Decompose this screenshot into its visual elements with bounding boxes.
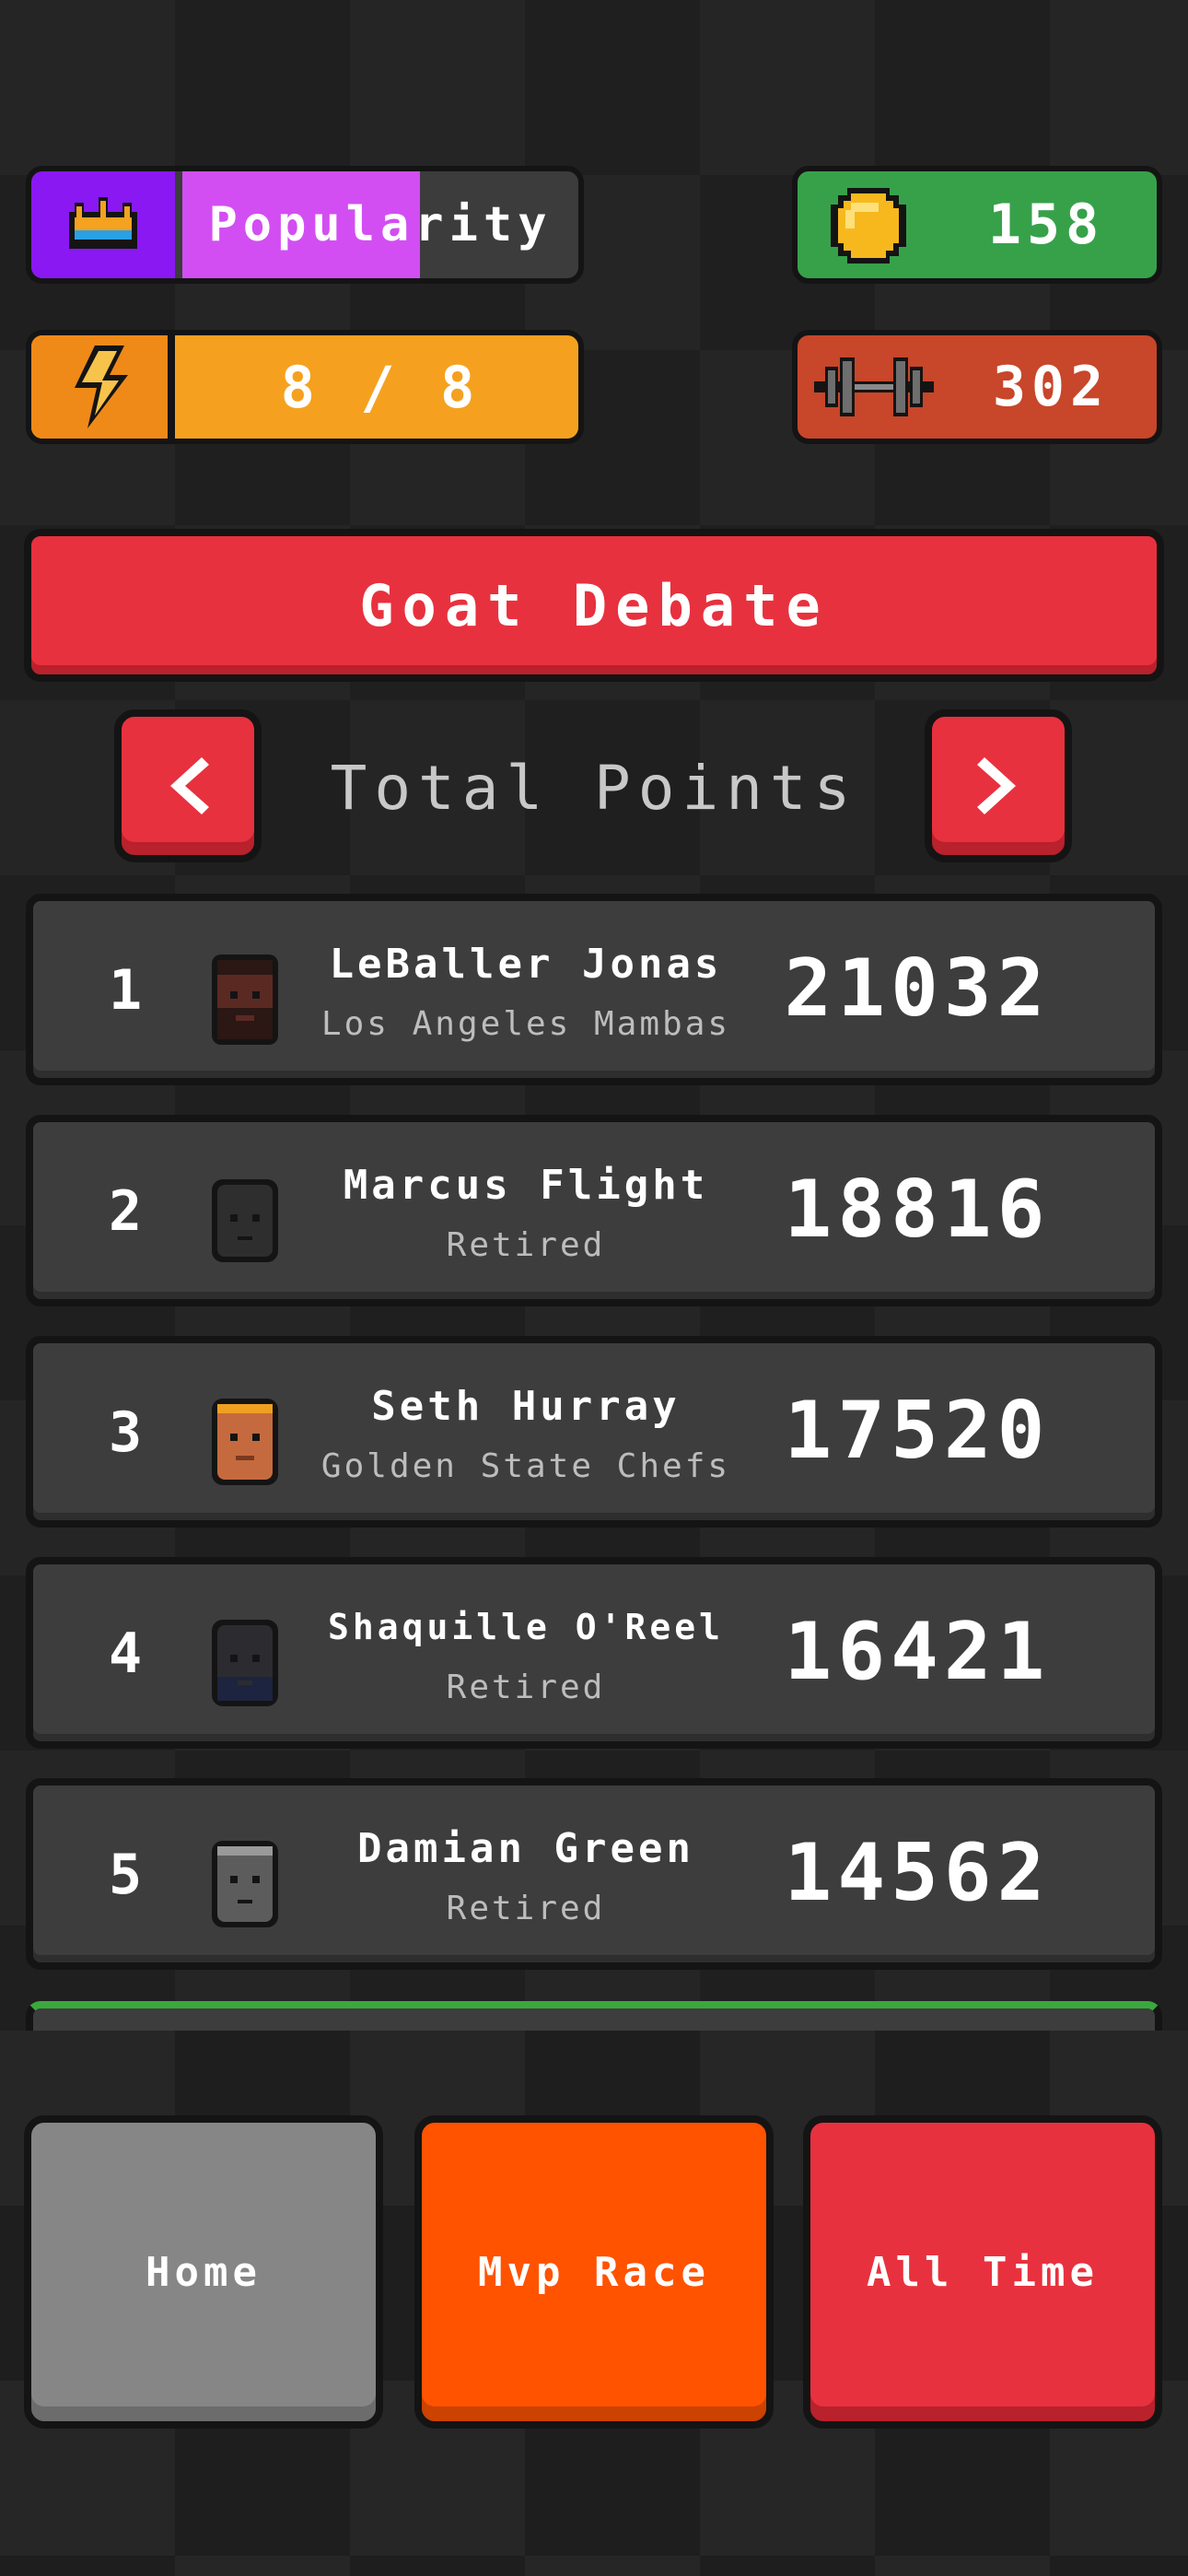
avatar-dark-bearded-icon [212,954,278,1045]
player-score: 21032 [784,943,1051,1035]
player-score: 16421 [784,1606,1051,1698]
leaderboard-row[interactable]: 4 Shaquille O'Reel Retired 16421 [26,1557,1162,1749]
player-score: 17520 [784,1385,1051,1477]
energy-value: 8 / 8 [280,353,481,421]
dumbbell-icon [814,357,934,416]
next-category-button[interactable] [925,709,1072,862]
player-team: Golden State Chefs [320,1446,731,1485]
energy-bar: 8 / 8 [26,330,584,444]
popularity-bar: Popularity [26,166,584,284]
player-team: Retired [446,1225,606,1264]
leaderboard-row[interactable]: 2 Marcus Flight Retired 18816 [26,1115,1162,1306]
player-team: Retired [446,1668,606,1706]
crown-icon [69,197,137,249]
mvp-race-button[interactable]: Mvp Race [414,2115,774,2429]
rank-number: 2 [108,1179,143,1244]
chevron-left-icon [170,757,209,814]
player-score: 14562 [784,1827,1051,1919]
category-label: Total Points [330,752,858,824]
player-name: LeBaller Jonas [329,940,723,988]
avatar-orange-headband-icon [212,1399,278,1485]
avatar-dark-beard-icon [212,1620,278,1706]
energy-icon-box [31,335,175,439]
player-name: Seth Hurray [371,1382,681,1430]
rank-number: 4 [108,1622,143,1686]
strength-counter[interactable]: 302 [792,330,1162,444]
popularity-label: Popularity [208,197,553,252]
all-time-button[interactable]: All Time [803,2115,1162,2429]
player-score: 18816 [784,1164,1051,1256]
avatar-gray-headband-icon [212,1841,278,1927]
popularity-icon-box [31,171,175,278]
player-team: Los Angeles Mambas [320,1004,731,1043]
coins-counter[interactable]: 158 [792,166,1162,284]
home-button[interactable]: Home [24,2115,383,2429]
lightning-icon [75,345,128,428]
leaderboard-row[interactable]: 1 LeBaller Jonas Los Angeles Mambas 2103… [26,894,1162,1085]
rank-number: 1 [108,958,143,1023]
leaderboard-row[interactable]: 3 Seth Hurray Golden State Chefs 17520 [26,1336,1162,1528]
rank-number: 3 [108,1400,143,1465]
avatar-dark-icon [212,1179,278,1262]
player-team: Retired [446,1889,606,1927]
prev-category-button[interactable] [114,709,262,862]
player-name: Shaquille O'Reel [327,1607,725,1647]
strength-value: 302 [992,355,1110,419]
coins-value: 158 [987,193,1105,257]
player-name: Marcus Flight [343,1161,709,1209]
page-title: Goat Debate [24,529,1164,682]
leaderboard-row[interactable]: 5 Damian Green Retired 14562 [26,1778,1162,1970]
rank-number: 5 [108,1843,143,1907]
chevron-right-icon [977,757,1016,814]
player-name: Damian Green [357,1824,694,1872]
coin-icon [831,188,906,263]
